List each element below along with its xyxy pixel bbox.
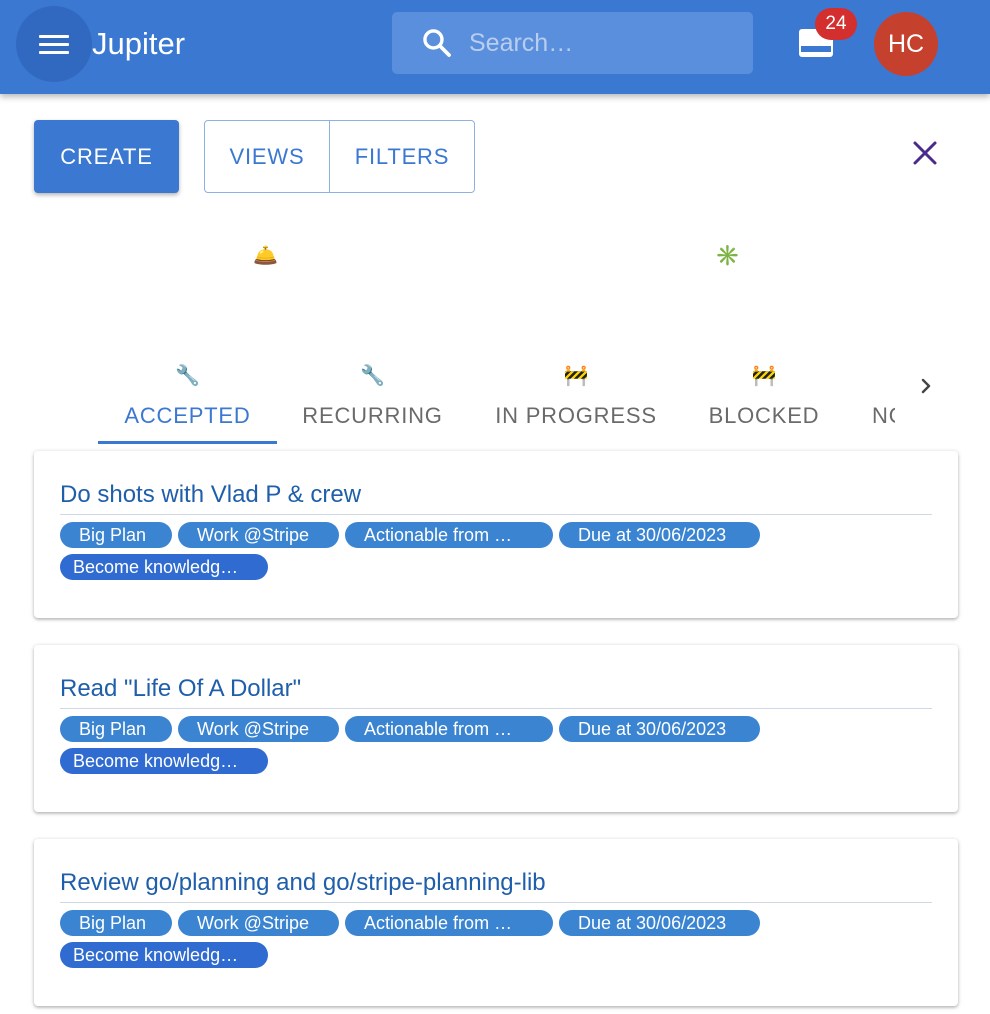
parent-chip[interactable]: Become knowledg… (60, 554, 268, 580)
tab-label: BLOCKED (708, 403, 820, 428)
wrench-icon: 🔧 (360, 365, 385, 387)
search-input[interactable] (469, 24, 739, 62)
search-icon (423, 29, 451, 57)
filters-button[interactable]: FILTERS (330, 121, 474, 192)
construction-icon: 🚧 (751, 365, 777, 387)
close-icon (913, 141, 937, 165)
task-card[interactable]: Review go/planning and go/stripe-plannin… (34, 839, 958, 1006)
tab-in-progress[interactable]: 🚧 IN PROGRESS (472, 360, 680, 444)
project-chip[interactable]: Work @Stripe (178, 910, 339, 936)
chevron-right-icon (921, 378, 931, 394)
create-button[interactable]: CREATE (34, 120, 179, 193)
project-chip[interactable]: Work @Stripe (178, 716, 339, 742)
big-plan-chip[interactable]: Big Plan (60, 716, 172, 742)
project-chip[interactable]: Work @Stripe (178, 522, 339, 548)
big-plan-chip[interactable]: Big Plan (60, 910, 172, 936)
tab-accepted[interactable]: 🔧 ACCEPTED (98, 360, 277, 444)
construction-icon: 🚧 (563, 365, 589, 387)
active-tab-indicator (98, 441, 277, 444)
status-tabs: 🔧 ACCEPTED 🔧 RECURRING 🚧 IN PROGRESS 🚧 B… (98, 360, 895, 444)
task-card[interactable]: Read "Life Of A Dollar" Big Plan Work @S… (34, 645, 958, 812)
actionable-from-chip[interactable]: Actionable from … (345, 522, 553, 548)
divider (60, 514, 932, 515)
views-filters-button-group: VIEWS FILTERS (204, 120, 475, 193)
tab-label: RECURRING (302, 403, 443, 428)
parent-chip[interactable]: Become knowledg… (60, 748, 268, 774)
task-title[interactable]: Do shots with Vlad P & crew (60, 481, 361, 509)
parent-chip[interactable]: Become knowledg… (60, 942, 268, 968)
divider (60, 708, 932, 709)
views-button[interactable]: VIEWS (205, 121, 330, 192)
close-button[interactable] (908, 136, 942, 170)
search-box[interactable] (392, 12, 753, 74)
tab-label: NOT DONE (872, 403, 895, 428)
tab-label: IN PROGRESS (495, 403, 657, 428)
menu-button[interactable] (16, 6, 92, 82)
due-date-chip[interactable]: Due at 30/06/2023 (559, 522, 760, 548)
tabs-scroll-right-button[interactable] (914, 374, 938, 398)
tab-not-done[interactable]: NOT DONE (872, 360, 895, 444)
tab-blocked[interactable]: 🚧 BLOCKED (682, 360, 846, 444)
task-title[interactable]: Read "Life Of A Dollar" (60, 675, 301, 703)
inbox-count-badge: 24 (815, 8, 857, 40)
user-avatar[interactable]: HC (874, 12, 938, 76)
app-title: Jupiter (92, 26, 186, 61)
big-plan-chip[interactable]: Big Plan (60, 522, 172, 548)
due-date-chip[interactable]: Due at 30/06/2023 (559, 910, 760, 936)
actionable-from-chip[interactable]: Actionable from … (345, 716, 553, 742)
tab-recurring[interactable]: 🔧 RECURRING (279, 360, 466, 444)
tab-label: ACCEPTED (124, 403, 251, 428)
actionable-from-chip[interactable]: Actionable from … (345, 910, 553, 936)
divider (60, 902, 932, 903)
app-bar: Jupiter 24 HC (0, 0, 990, 94)
due-date-chip[interactable]: Due at 30/06/2023 (559, 716, 760, 742)
task-title[interactable]: Review go/planning and go/stripe-plannin… (60, 869, 546, 897)
bell-icon: 🛎️ (253, 245, 278, 267)
eight-spoked-asterisk-icon: ✳️ (715, 245, 740, 267)
wrench-icon: 🔧 (175, 365, 200, 387)
task-card[interactable]: Do shots with Vlad P & crew Big Plan Wor… (34, 451, 958, 618)
